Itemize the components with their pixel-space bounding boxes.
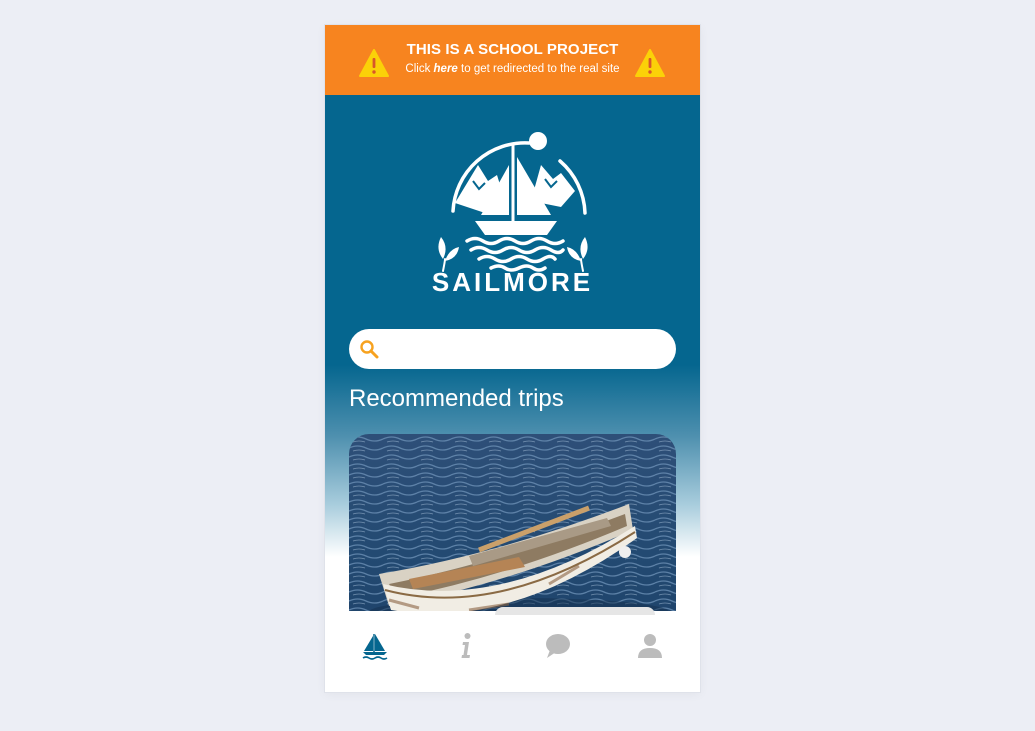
trip-card[interactable]	[349, 434, 676, 611]
user-icon[interactable]	[635, 631, 665, 661]
phone-frame: THIS IS A SCHOOL PROJECT Click here to g…	[325, 25, 700, 692]
redirect-link[interactable]: here	[434, 63, 458, 75]
section-title-recommended: Recommended trips	[349, 385, 564, 412]
school-project-banner[interactable]: THIS IS A SCHOOL PROJECT Click here to g…	[325, 25, 700, 95]
banner-subtitle-suffix: to get redirected to the real site	[461, 63, 620, 75]
info-icon[interactable]	[451, 631, 481, 661]
search-icon[interactable]	[359, 339, 379, 359]
chat-icon[interactable]	[543, 631, 573, 661]
sailboat-icon[interactable]	[360, 631, 390, 661]
bottom-navigation	[325, 607, 700, 692]
nav-handle	[495, 607, 655, 615]
main-content: SAILMORE Recommended trips	[325, 95, 700, 611]
banner-subtitle-prefix: Click	[405, 63, 431, 75]
warning-icon	[635, 49, 665, 77]
search-bar[interactable]	[349, 329, 676, 371]
search-input[interactable]	[389, 329, 663, 371]
rowboat-image	[349, 434, 676, 611]
brand-name: SAILMORE	[431, 267, 594, 297]
